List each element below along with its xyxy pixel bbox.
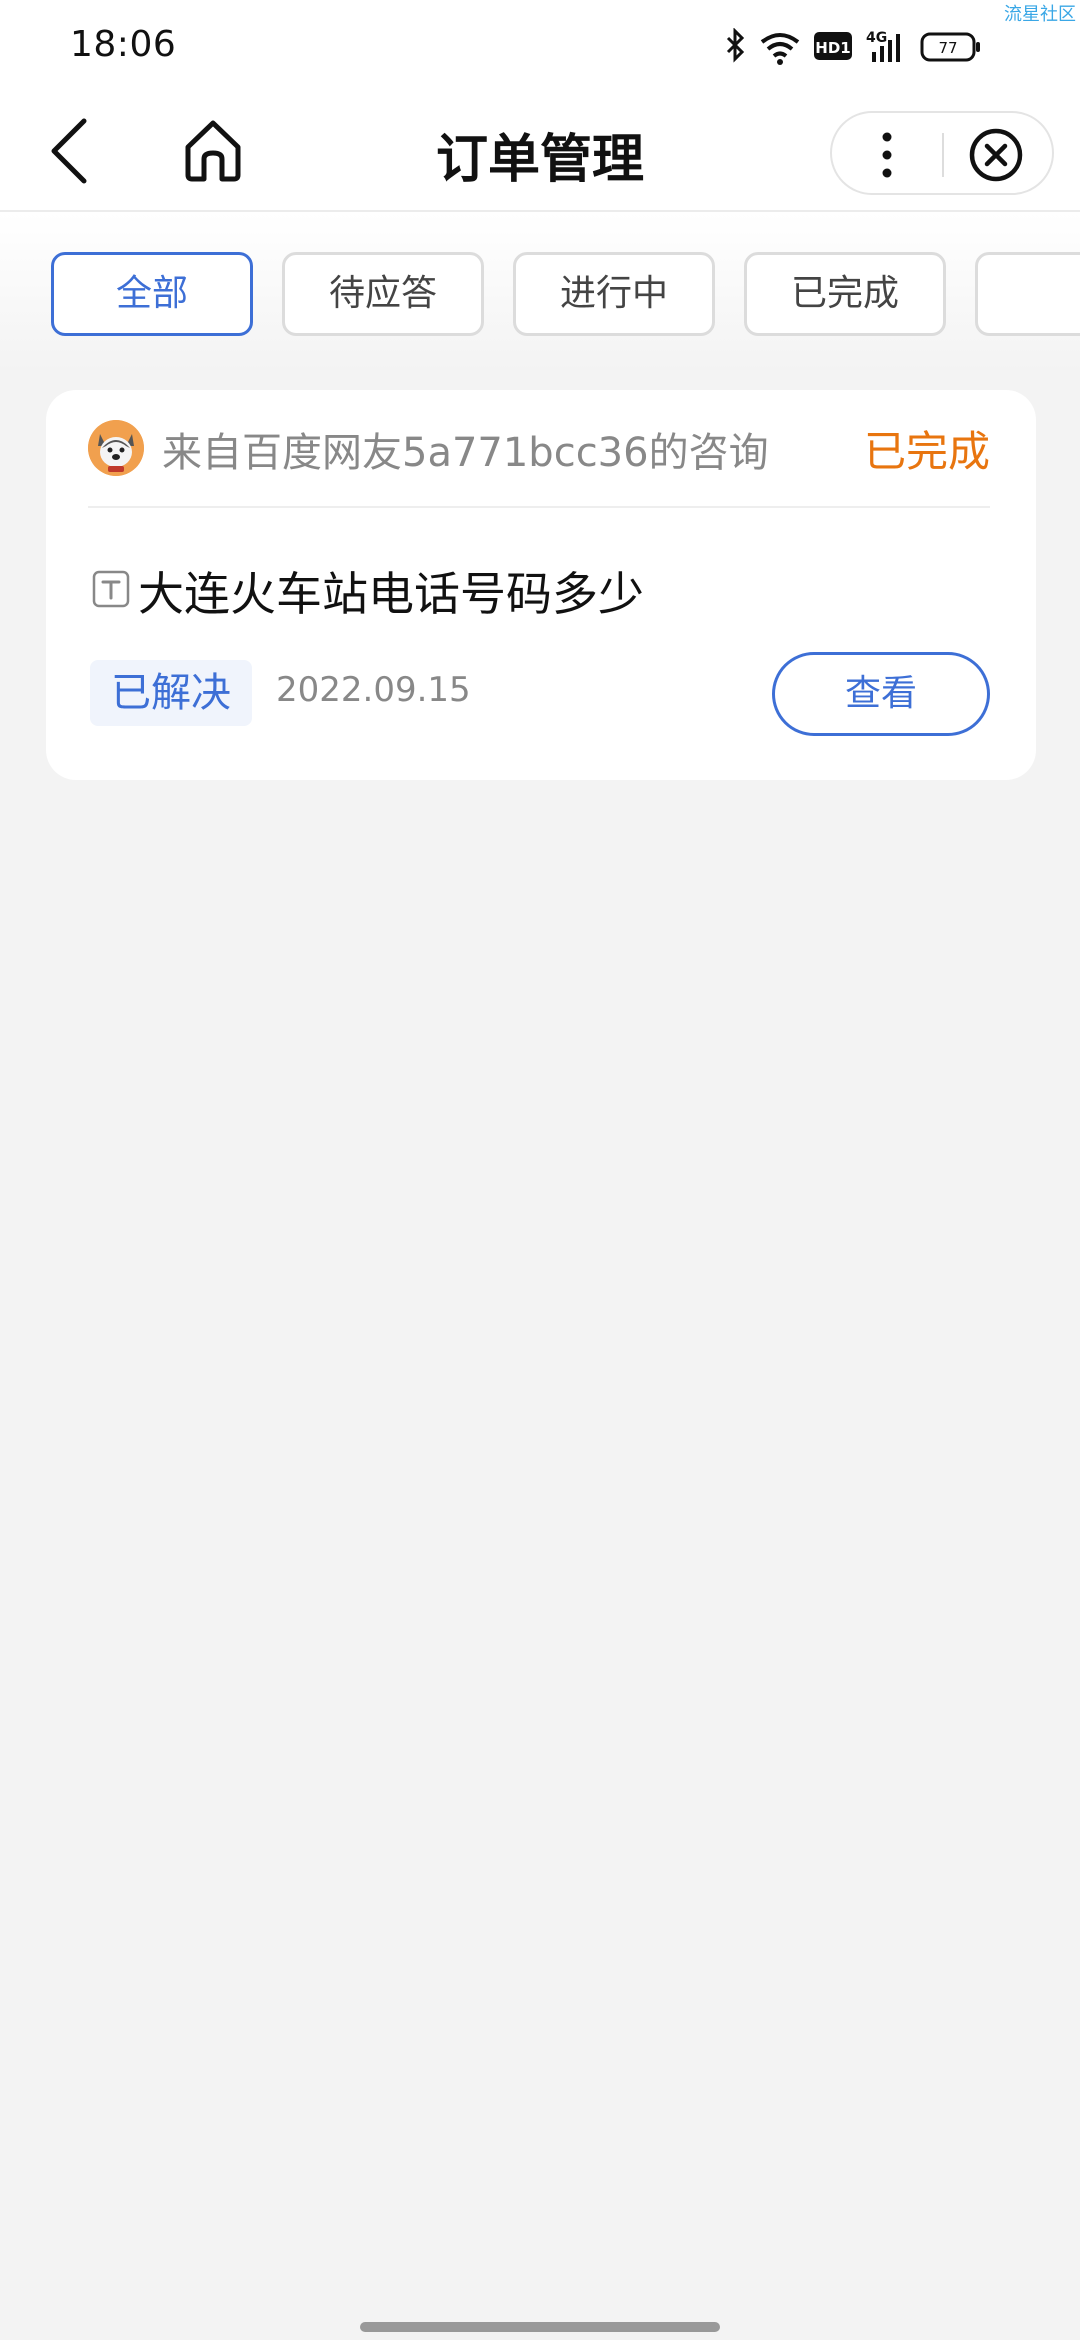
close-circle-icon — [969, 128, 1023, 182]
battery-level: 77 — [938, 39, 957, 57]
wifi-icon — [760, 33, 800, 65]
dog-avatar-icon — [88, 420, 144, 476]
order-question: 大连火车站电话号码多少 — [138, 567, 644, 621]
text-type-icon — [92, 570, 130, 608]
status-bar: 18:06 流星社区 HD1 4G 77 — [0, 0, 1080, 95]
status-icons: HD1 4G 77 — [720, 28, 1010, 68]
filter-tabs: 全部 待应答 进行中 已完成 — [0, 212, 1080, 372]
more-vertical-icon — [882, 132, 892, 178]
avatar — [88, 420, 144, 476]
tab-in-progress[interactable]: 进行中 — [513, 252, 715, 336]
status-time: 18:06 — [70, 24, 177, 65]
order-source: 来自百度网友5a771bcc36的咨询 — [162, 430, 769, 476]
hd-icon: HD1 — [814, 32, 852, 60]
tab-pending[interactable]: 待应答 — [282, 252, 484, 336]
hd-label: HD1 — [815, 39, 850, 57]
view-button[interactable]: 查看 — [772, 652, 990, 736]
bluetooth-icon — [726, 28, 745, 63]
navbar: 订单管理 — [0, 95, 1080, 212]
capsule-divider — [942, 133, 944, 177]
home-indicator[interactable] — [360, 2322, 720, 2332]
tab-more[interactable] — [975, 252, 1080, 336]
page: 18:06 流星社区 HD1 4G 77 订单管理 全部 待应答 进行中 已完成… — [0, 0, 1080, 2340]
more-button[interactable] — [872, 127, 902, 183]
close-button[interactable] — [968, 127, 1024, 183]
order-status: 已完成 — [863, 427, 990, 476]
tab-completed[interactable]: 已完成 — [744, 252, 946, 336]
network-label: 4G — [866, 30, 887, 46]
watermark: 流星社区 — [1004, 4, 1076, 25]
order-date: 2022.09.15 — [276, 670, 471, 710]
resolved-badge: 已解决 — [90, 660, 252, 726]
signal-icon: 4G — [866, 30, 900, 62]
battery-icon: 77 — [920, 32, 980, 62]
tab-all[interactable]: 全部 — [51, 252, 253, 336]
order-card[interactable]: 来自百度网友5a771bcc36的咨询 已完成 大连火车站电话号码多少 已解决 … — [46, 390, 1036, 780]
mini-program-capsule — [830, 111, 1054, 195]
divider — [88, 506, 990, 508]
